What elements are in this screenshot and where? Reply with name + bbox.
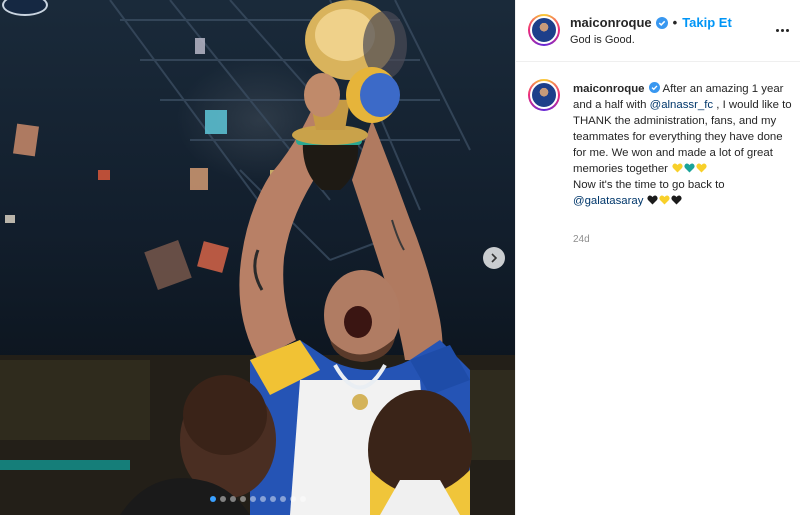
carousel-dot xyxy=(299,496,306,502)
yellow-heart-icon xyxy=(672,163,683,173)
chevron-right-icon xyxy=(491,253,498,263)
carousel-dot xyxy=(279,496,286,502)
carousel-dot xyxy=(289,496,296,502)
author-row: maiconroque • Takip Et xyxy=(570,15,732,30)
post-side-panel: maiconroque • Takip Et God is Good. maic… xyxy=(515,0,800,515)
carousel-dot xyxy=(219,496,226,502)
black-heart-icon xyxy=(671,195,682,205)
heart-emojis-2 xyxy=(647,195,683,207)
yellow-heart-icon xyxy=(696,163,707,173)
teal-heart-icon xyxy=(684,163,695,173)
verified-badge-icon xyxy=(655,16,668,29)
more-options-icon[interactable] xyxy=(773,22,791,38)
verified-badge-icon xyxy=(648,82,660,93)
carousel-dot xyxy=(259,496,266,502)
post-photo xyxy=(0,0,515,515)
caption-avatar[interactable] xyxy=(528,79,560,111)
author-avatar[interactable] xyxy=(528,14,560,46)
follow-button[interactable]: Takip Et xyxy=(682,15,732,30)
yellow-heart-icon xyxy=(659,195,670,205)
caption-text: maiconroque After an amazing 1 year and a… xyxy=(573,81,793,209)
carousel-dots xyxy=(0,496,515,502)
carousel-dot xyxy=(249,496,256,502)
carousel-dot xyxy=(269,496,276,502)
caption-username[interactable]: maiconroque xyxy=(573,83,645,95)
carousel-next-button[interactable] xyxy=(483,247,505,269)
carousel-dot xyxy=(209,496,216,502)
caption-text-part: Now it's the time to go back to xyxy=(573,179,725,191)
author-username[interactable]: maiconroque xyxy=(570,15,652,30)
carousel-dot xyxy=(229,496,236,502)
mention-alnassr[interactable]: @alnassr_fc xyxy=(650,99,713,111)
carousel-dot xyxy=(239,496,246,502)
post-location[interactable]: God is Good. xyxy=(570,34,635,46)
separator-dot: • xyxy=(672,15,678,30)
post-media[interactable] xyxy=(0,0,515,515)
heart-emojis-1 xyxy=(671,163,707,175)
post-timestamp[interactable]: 24d xyxy=(573,234,590,245)
post-header: maiconroque • Takip Et God is Good. xyxy=(516,0,800,62)
black-heart-icon xyxy=(647,195,658,205)
mention-galatasaray[interactable]: @galatasaray xyxy=(573,195,643,207)
